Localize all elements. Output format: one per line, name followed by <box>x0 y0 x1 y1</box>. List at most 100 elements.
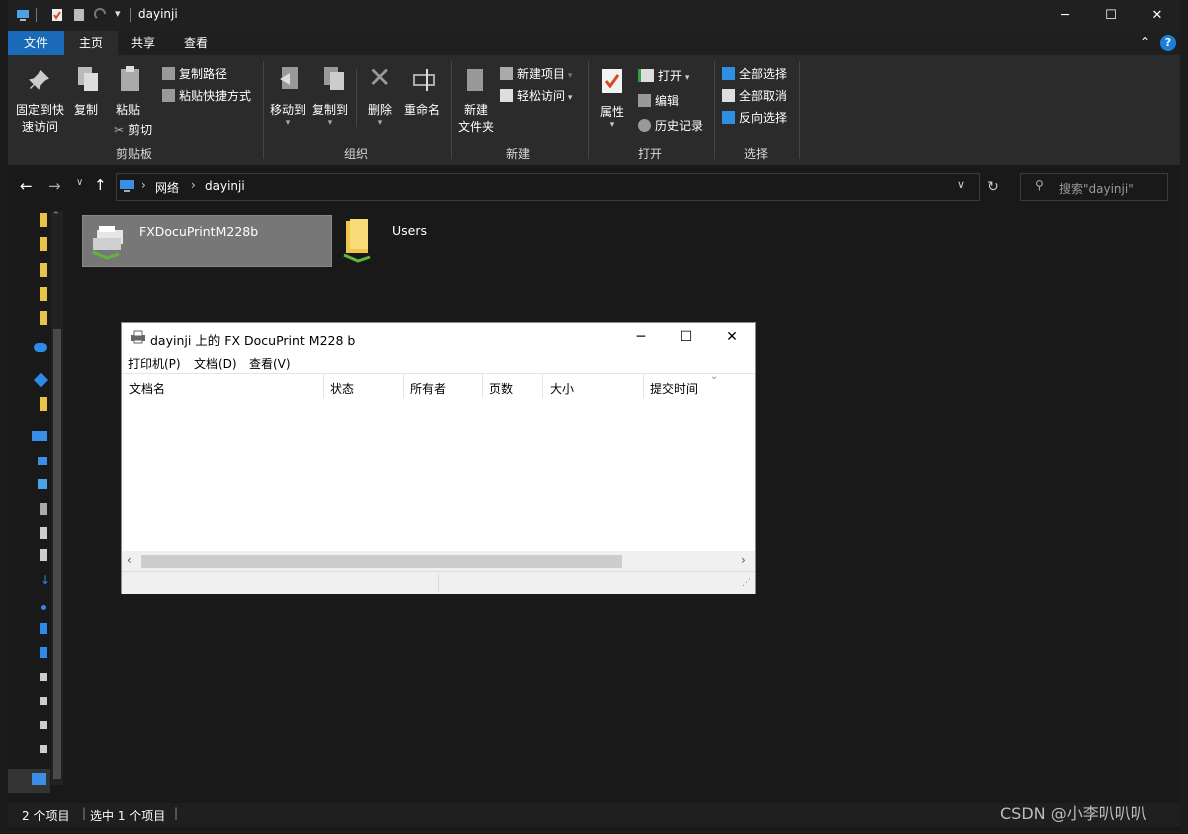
up-arrow-icon[interactable]: ↑ <box>94 176 107 194</box>
tab-home[interactable]: 主页 <box>64 31 118 55</box>
cut-button[interactable]: ✂ 剪切 <box>114 121 152 138</box>
pictures-icon[interactable] <box>40 503 47 515</box>
title-bar: ▾ dayinji ─ ☐ ✕ <box>8 0 1180 31</box>
recent-locations-icon[interactable]: ∨ <box>76 177 83 188</box>
dialog-minimize-button[interactable]: ─ <box>618 323 664 351</box>
onedrive-icon[interactable] <box>34 343 47 352</box>
new-item-button[interactable]: 新建项目 ▾ <box>500 65 572 82</box>
desktop-icon[interactable] <box>40 647 47 658</box>
tab-view[interactable]: 查看 <box>172 31 220 55</box>
back-arrow-icon[interactable]: ← <box>20 177 33 195</box>
documents-icon[interactable] <box>40 527 47 539</box>
quick-access-dropdown-icon[interactable]: ▾ <box>115 7 121 20</box>
drive-icon[interactable] <box>40 745 47 753</box>
resize-grip-icon[interactable]: ⋰ <box>742 578 751 588</box>
horizontal-scrollbar[interactable]: ‹ › <box>122 551 755 571</box>
column-divider[interactable] <box>323 374 324 398</box>
history-button[interactable]: 历史记录 <box>638 117 703 134</box>
breadcrumb-network[interactable]: 网络 <box>155 179 179 196</box>
scroll-up-icon[interactable]: ⌃ <box>52 211 60 221</box>
column-header-owner[interactable]: 所有者 <box>410 380 446 397</box>
menu-printer[interactable]: 打印机(P) <box>128 355 181 372</box>
collapse-ribbon-icon[interactable]: ⌃ <box>1140 35 1150 49</box>
menu-document[interactable]: 文档(D) <box>194 355 237 372</box>
scroll-left-icon[interactable]: ‹ <box>127 553 132 567</box>
dialog-close-button[interactable]: ✕ <box>709 323 755 351</box>
paste-shortcut-button[interactable]: 粘贴快捷方式 <box>162 87 251 104</box>
folder-icon[interactable] <box>40 311 47 325</box>
print-job-list[interactable]: 文档名 状态 所有者 页数 大小 提交时间 ⌄ ‹ › <box>122 371 755 572</box>
invert-selection-button[interactable]: 反向选择 <box>722 109 787 126</box>
folder-icon[interactable] <box>40 287 47 301</box>
address-bar[interactable]: › 网络 › dayinji ∨ <box>116 173 980 201</box>
delete-x-icon: ✕ <box>368 61 392 94</box>
move-to-button[interactable]: 移动到 ▾ <box>270 101 306 128</box>
copy-button[interactable]: 复制 <box>74 101 98 118</box>
scroll-right-icon[interactable]: › <box>741 553 746 567</box>
music-icon[interactable] <box>41 605 46 610</box>
properties-button[interactable]: 属性 ▾ <box>600 103 624 130</box>
navigation-pane: ⌃ ↓ <box>8 209 70 801</box>
downloads-icon[interactable]: ↓ <box>40 573 50 587</box>
dropdown-caret-icon: ▾ <box>327 118 333 128</box>
new-folder-button[interactable]: 新建 文件夹 <box>458 101 494 135</box>
easy-access-button[interactable]: 轻松访问 ▾ <box>500 87 572 104</box>
documents-icon[interactable] <box>40 549 47 561</box>
column-header-size[interactable]: 大小 <box>550 380 574 397</box>
copy-path-button[interactable]: 复制路径 <box>162 65 227 82</box>
breadcrumb-dayinji[interactable]: dayinji <box>205 179 245 193</box>
list-item-users-folder[interactable]: Users <box>338 215 458 265</box>
copy-to-button[interactable]: 复制到 ▾ <box>312 101 348 128</box>
folder-icon[interactable] <box>40 213 47 227</box>
nav-item-network-selected[interactable] <box>8 769 50 793</box>
help-icon[interactable]: ? <box>1160 35 1176 51</box>
video-icon[interactable] <box>38 479 47 489</box>
tab-file[interactable]: 文件 <box>8 31 64 55</box>
address-dropdown-icon[interactable]: ∨ <box>957 178 965 191</box>
drive-icon[interactable] <box>40 721 47 729</box>
column-divider[interactable] <box>482 374 483 398</box>
minimize-button[interactable]: ─ <box>1042 0 1088 31</box>
column-header-submitted[interactable]: 提交时间 <box>650 380 698 397</box>
delete-button[interactable]: 删除 ▾ <box>368 101 392 128</box>
refresh-icon[interactable]: ↻ <box>980 173 1006 201</box>
pin-quick-access-button[interactable]: 固定到快 速访问 <box>16 101 64 135</box>
select-none-button[interactable]: 全部取消 <box>722 87 787 104</box>
column-divider[interactable] <box>643 374 644 398</box>
menu-view[interactable]: 查看(V) <box>249 355 291 372</box>
3d-objects-icon[interactable] <box>38 457 47 465</box>
column-header-status[interactable]: 状态 <box>330 380 354 397</box>
open-button[interactable]: 打开 ▾ <box>638 67 689 84</box>
forward-arrow-icon[interactable]: → <box>48 177 61 195</box>
column-divider[interactable] <box>403 374 404 398</box>
maximize-button[interactable]: ☐ <box>1088 0 1134 31</box>
close-button[interactable]: ✕ <box>1134 0 1180 31</box>
paste-button[interactable]: 粘贴 <box>116 101 140 118</box>
tab-share[interactable]: 共享 <box>118 31 168 55</box>
printer-icon <box>131 330 145 344</box>
scrollbar-thumb[interactable] <box>53 329 61 779</box>
scrollbar-thumb[interactable] <box>141 555 622 568</box>
nav-scrollbar[interactable]: ⌃ <box>51 211 63 785</box>
search-placeholder: 搜索"dayinji" <box>1059 182 1134 196</box>
redo-icon[interactable] <box>94 8 108 22</box>
column-divider[interactable] <box>542 374 543 398</box>
list-item-printer-selected[interactable]: FXDocuPrintM228b <box>82 215 332 267</box>
folder-icon[interactable] <box>40 237 47 251</box>
select-all-button[interactable]: 全部选择 <box>722 65 787 82</box>
drive-icon[interactable] <box>40 697 47 705</box>
new-folder-icon[interactable] <box>72 8 86 22</box>
search-box[interactable]: ⚲ 搜索"dayinji" <box>1020 173 1168 201</box>
rename-button[interactable]: 重命名 <box>404 101 440 118</box>
column-header-document-name[interactable]: 文档名 <box>129 380 165 397</box>
desktop-icon[interactable] <box>40 623 47 634</box>
edit-button[interactable]: 编辑 <box>638 92 679 109</box>
folder-icon[interactable] <box>40 397 47 411</box>
drive-icon[interactable] <box>40 673 47 681</box>
dropbox-icon[interactable] <box>33 372 49 388</box>
properties-check-icon[interactable] <box>50 8 64 22</box>
dialog-maximize-button[interactable]: ☐ <box>663 323 709 351</box>
this-pc-icon[interactable] <box>32 431 47 441</box>
column-header-pages[interactable]: 页数 <box>489 380 513 397</box>
folder-icon[interactable] <box>40 263 47 277</box>
